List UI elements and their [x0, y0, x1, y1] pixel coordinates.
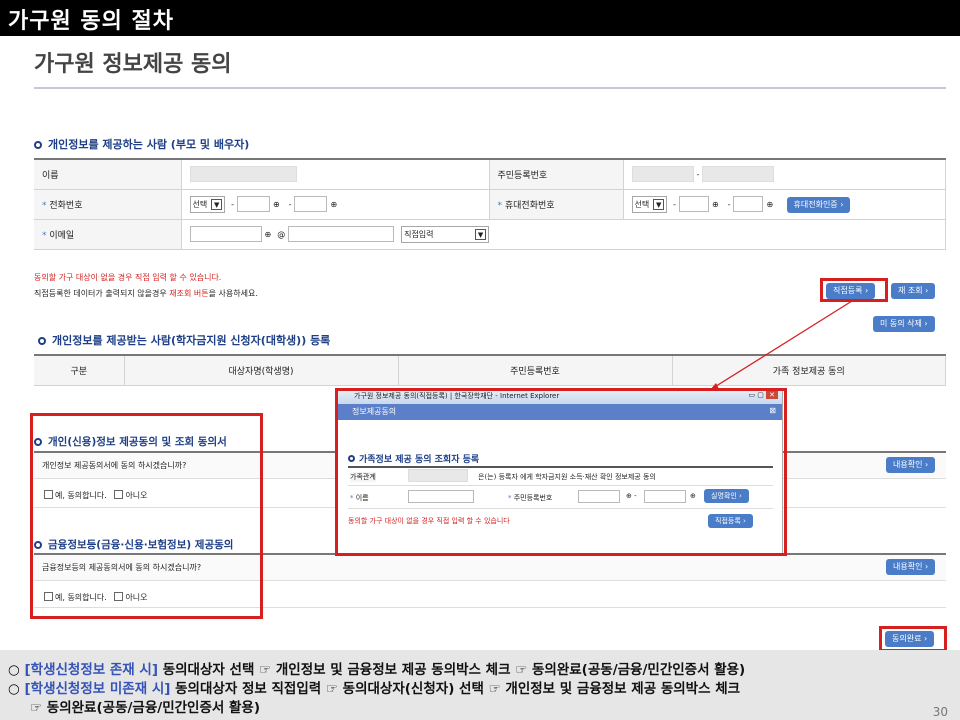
- annotation-arrow: [709, 300, 853, 391]
- page-number: 30: [932, 705, 948, 719]
- instruction-line1: ○ [학생신청정보 존재 시] 동의대상자 선택 ☞ 개인정보 및 금융정보 제…: [8, 662, 746, 678]
- highlight-box: [879, 626, 947, 652]
- instruction-line3: ☞ 동의완료(공동/금융/민간인증서 활용): [30, 700, 261, 716]
- instruction-line2: ○ [학생신청정보 미존재 시] 동의대상자 정보 직접입력 ☞ 동의대상자(신…: [8, 681, 741, 697]
